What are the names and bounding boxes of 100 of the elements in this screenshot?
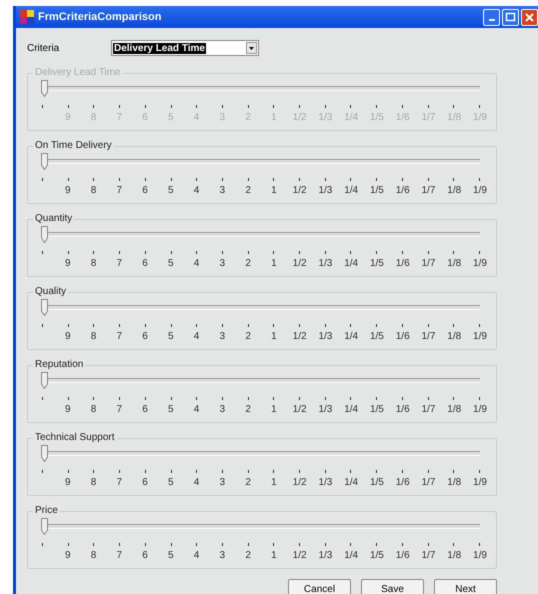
tick-label: 5 <box>168 404 174 415</box>
tick-label: 7 <box>116 112 122 123</box>
tick-label: 1/7 <box>422 404 436 415</box>
tick-label: 1/4 <box>344 258 358 269</box>
tick-label: 8 <box>90 404 96 415</box>
tick-label: 1/6 <box>396 185 410 196</box>
tick-label: 4 <box>194 112 200 123</box>
tick-label: 1/5 <box>370 331 384 342</box>
tick-label: 1/8 <box>447 404 462 415</box>
tick-label: 5 <box>168 331 174 342</box>
tick-label: 1/4 <box>344 550 358 561</box>
dialog-button[interactable]: Save <box>361 579 424 594</box>
slider-thumb[interactable] <box>41 445 48 462</box>
slider-thumb[interactable] <box>41 518 48 535</box>
tick-label: 1 <box>271 477 277 488</box>
group-label: Reputation <box>33 359 86 370</box>
dialog-button[interactable]: Cancel <box>288 579 351 594</box>
tick-label: 1 <box>271 550 277 561</box>
tick-label: 1/7 <box>422 550 436 561</box>
tick-label: 1/5 <box>370 550 384 561</box>
tick-label: 1 <box>271 404 277 415</box>
tick-label: 1/8 <box>447 185 462 196</box>
group-label: On Time Delivery <box>33 140 114 151</box>
slider-thumb[interactable] <box>41 372 48 389</box>
minimize-button[interactable] <box>483 8 500 26</box>
tick-label: 6 <box>142 185 148 196</box>
slider[interactable]: 9 8 7 6 5 4 3 2 1 1/2 1/3 1/4 1/5 1/6 1/7 1/8 1/9 <box>42 517 493 561</box>
tick-label: 1 <box>271 258 277 269</box>
tick-label: 1/4 <box>344 331 358 342</box>
tick-label: 7 <box>116 550 122 561</box>
tick-label: 1/9 <box>473 550 487 561</box>
tick-label: 1/2 <box>292 404 307 415</box>
tick-label: 1/5 <box>370 477 384 488</box>
tick-label: 9 <box>64 477 71 488</box>
tick-label: 1/2 <box>292 331 307 342</box>
dialog-button[interactable]: Next <box>434 579 497 594</box>
slider[interactable]: 9 8 7 6 5 4 3 2 1 1/2 1/3 1/4 1/5 1/6 1/7 1/8 1/9 <box>42 371 493 415</box>
tick-label: 2 <box>245 331 251 342</box>
tick-label: 7 <box>116 477 122 488</box>
caret-icon[interactable] <box>249 46 254 50</box>
tick-label: 1/5 <box>370 404 384 415</box>
tick-label: 1/3 <box>318 477 332 488</box>
tick-label: 3 <box>220 550 226 561</box>
tick-label: 1/3 <box>318 550 332 561</box>
tick-label: 1/9 <box>473 404 487 415</box>
tick-label: 6 <box>142 550 148 561</box>
tick-label: 8 <box>90 185 96 196</box>
tick-label: 2 <box>245 185 251 196</box>
tick-label: 6 <box>142 477 148 488</box>
tick-label: 5 <box>168 185 174 196</box>
tick-label: 1/7 <box>422 477 436 488</box>
tick-label: 1 <box>271 331 277 342</box>
tick-label: 1/6 <box>396 404 410 415</box>
tick-label: 9 <box>64 258 71 269</box>
tick-label: 1/2 <box>292 112 307 123</box>
maximize-button[interactable] <box>502 8 519 26</box>
group-label: Quality <box>33 286 68 297</box>
group-label: Quantity <box>33 213 74 224</box>
slider-thumb[interactable] <box>41 299 48 316</box>
slider[interactable]: 9 8 7 6 5 4 3 2 1 1/2 1/3 1/4 1/5 1/6 1/7 1/8 1/9 <box>42 298 493 342</box>
tick-label: 1/6 <box>396 331 410 342</box>
tick-label: 4 <box>194 185 200 196</box>
tick-label: 7 <box>116 331 122 342</box>
window-title: FrmCriteriaComparison <box>38 11 162 23</box>
tick-label: 1/3 <box>318 185 332 196</box>
tick-label: 1/7 <box>422 258 436 269</box>
tick-label: 9 <box>64 404 71 415</box>
tick-label: 1/7 <box>422 331 436 342</box>
tick-label: 1/2 <box>292 185 307 196</box>
slider-thumb[interactable] <box>41 226 48 243</box>
tick-label: 2 <box>245 404 251 415</box>
tick-label: 1/6 <box>396 112 410 123</box>
tick-label: 3 <box>220 477 226 488</box>
tick-label: 8 <box>90 331 96 342</box>
group-label: Delivery Lead Time <box>33 67 123 78</box>
slider[interactable]: 9 8 7 6 5 4 3 2 1 1/2 1/3 1/4 1/5 1/6 1/7 1/8 1/9 <box>42 152 493 196</box>
tick-label: 1/9 <box>473 331 487 342</box>
tick-label: 4 <box>194 331 200 342</box>
slider[interactable]: 9 8 7 6 5 4 3 2 1 1/2 1/3 1/4 1/5 1/6 1/7 1/8 1/9 <box>42 444 493 488</box>
tick-label: 3 <box>220 185 226 196</box>
tick-label: 1/2 <box>292 550 307 561</box>
tick-label: 1/4 <box>344 185 358 196</box>
tick-label: 1 <box>271 112 277 123</box>
tick-label: 5 <box>168 477 174 488</box>
tick-label: 1/2 <box>292 258 307 269</box>
tick-label: 1/7 <box>422 112 436 123</box>
criteria-dropdown[interactable]: Delivery Lead Time <box>111 40 259 56</box>
tick-label: 1 <box>271 185 277 196</box>
tick-label: 1/9 <box>473 477 487 488</box>
maximize-icon <box>504 10 517 24</box>
tick-label: 2 <box>245 550 251 561</box>
close-button[interactable] <box>521 8 538 26</box>
slider-thumb[interactable] <box>41 153 48 170</box>
tick-label: 1/9 <box>473 185 487 196</box>
tick-label: 1/8 <box>447 331 462 342</box>
tick-label: 6 <box>142 331 148 342</box>
tick-label: 6 <box>142 404 148 415</box>
slider[interactable]: 9 8 7 6 5 4 3 2 1 1/2 1/3 1/4 1/5 1/6 1/7 1/8 1/9 <box>42 225 493 269</box>
tick-label: 5 <box>168 258 174 269</box>
tick-label: 1/5 <box>370 112 384 123</box>
